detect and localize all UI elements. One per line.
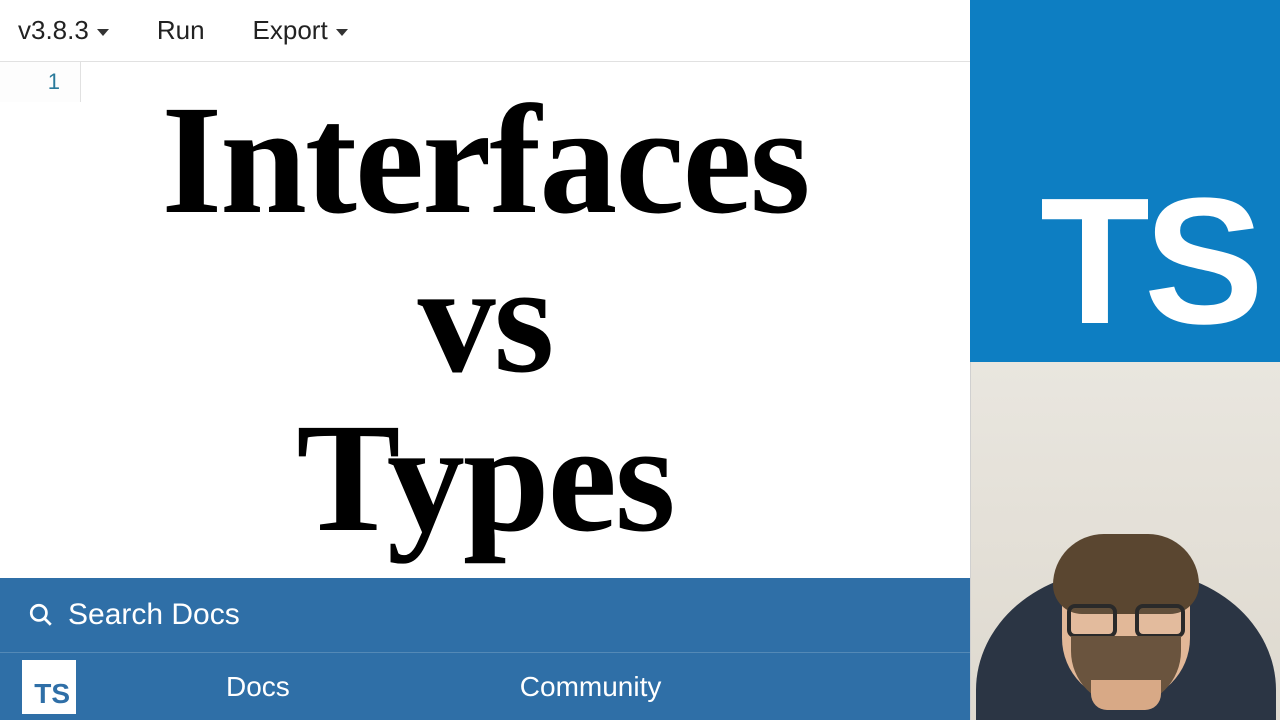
ts-mini-logo[interactable]: TS	[22, 660, 76, 714]
run-button[interactable]: Run	[157, 15, 205, 46]
caret-down-icon	[336, 29, 348, 36]
presenter-figure	[976, 568, 1276, 720]
line-number: 1	[0, 62, 80, 102]
export-label: Export	[253, 15, 328, 46]
version-label: v3.8.3	[18, 15, 89, 46]
site-nav: TS Docs Community	[0, 652, 970, 720]
right-column: TS	[970, 0, 1280, 720]
nav-link-docs[interactable]: Docs	[226, 671, 290, 703]
search-icon	[28, 602, 54, 628]
typescript-logo: TS	[970, 0, 1280, 362]
code-editor[interactable]: 1	[0, 62, 970, 102]
version-dropdown[interactable]: v3.8.3	[18, 15, 109, 46]
presenter-webcam	[970, 362, 1280, 720]
nav-link-community[interactable]: Community	[520, 671, 662, 703]
title-line-2: vs	[0, 239, 970, 398]
search-docs-bar[interactable]: Search Docs	[0, 578, 970, 652]
video-title-overlay: Interfaces vs Types	[0, 80, 970, 557]
title-line-1: Interfaces	[0, 80, 970, 239]
playground-toolbar: v3.8.3 Run Export	[0, 0, 970, 62]
search-placeholder: Search Docs	[68, 598, 240, 632]
export-dropdown[interactable]: Export	[253, 15, 348, 46]
run-label: Run	[157, 15, 205, 46]
mini-logo-text: TS	[34, 678, 70, 710]
logo-text: TS	[1040, 172, 1258, 352]
title-line-3: Types	[0, 398, 970, 557]
code-area[interactable]	[80, 62, 970, 102]
caret-down-icon	[97, 29, 109, 36]
